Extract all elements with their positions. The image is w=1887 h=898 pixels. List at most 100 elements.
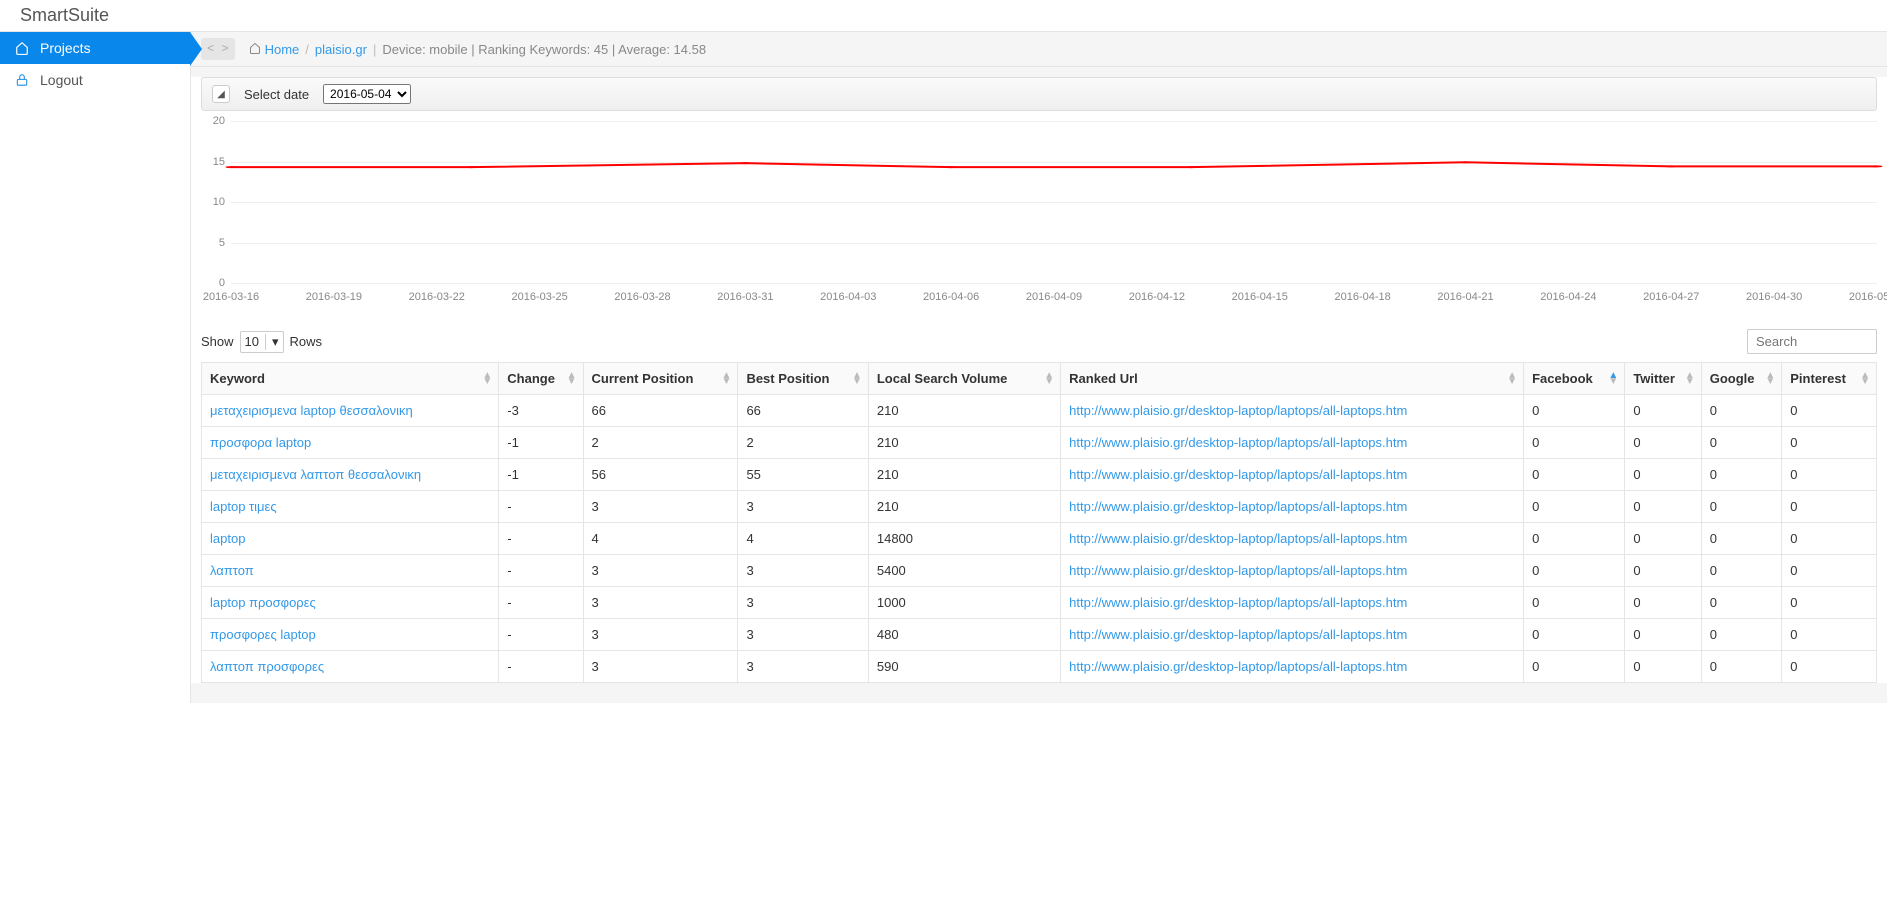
cell-facebook: 0 — [1524, 459, 1625, 491]
keyword-link[interactable]: laptop — [210, 531, 245, 546]
chart-point[interactable] — [466, 167, 476, 168]
chart-point[interactable] — [1186, 167, 1196, 168]
date-select[interactable]: 2016-05-04 — [323, 84, 411, 104]
y-tick: 10 — [213, 196, 225, 208]
cell-current: 4 — [583, 523, 738, 555]
cell-current: 3 — [583, 555, 738, 587]
chart-point[interactable] — [1666, 166, 1676, 167]
cell-volume: 210 — [868, 491, 1060, 523]
sort-icon: ▲▼ — [1860, 373, 1870, 385]
url-link[interactable]: http://www.plaisio.gr/desktop-laptop/lap… — [1069, 499, 1407, 514]
col-change[interactable]: Change▲▼ — [499, 363, 583, 395]
keyword-link[interactable]: λαπτοπ προσφορες — [210, 659, 324, 674]
col-url[interactable]: Ranked Url▲▼ — [1061, 363, 1524, 395]
search-input[interactable] — [1747, 329, 1877, 354]
chevron-down-icon: ▾ — [265, 334, 279, 350]
col-pinterest[interactable]: Pinterest▲▼ — [1782, 363, 1877, 395]
keyword-link[interactable]: laptop τιμες — [210, 499, 277, 514]
cell-volume: 5400 — [868, 555, 1060, 587]
sort-icon: ▲▼ — [1685, 373, 1695, 385]
col-keyword[interactable]: Keyword▲▼ — [202, 363, 499, 395]
url-link[interactable]: http://www.plaisio.gr/desktop-laptop/lap… — [1069, 563, 1407, 578]
cell-change: - — [499, 491, 583, 523]
keyword-link[interactable]: μεταχειρισμενα λαπτοπ θεσσαλονικη — [210, 467, 421, 482]
x-tick: 2016-04-15 — [1232, 291, 1288, 303]
url-link[interactable]: http://www.plaisio.gr/desktop-laptop/lap… — [1069, 659, 1407, 674]
history-nav[interactable]: < > — [201, 38, 235, 60]
cell-best: 3 — [738, 555, 868, 587]
url-link[interactable]: http://www.plaisio.gr/desktop-laptop/lap… — [1069, 595, 1407, 610]
keyword-link[interactable]: προσφορα laptop — [210, 435, 311, 450]
cell-twitter: 0 — [1625, 459, 1701, 491]
cell-twitter: 0 — [1625, 491, 1701, 523]
lock-icon — [14, 72, 30, 88]
sidebar-item-projects[interactable]: Projects — [0, 32, 190, 64]
cell-current: 2 — [583, 427, 738, 459]
y-tick: 15 — [213, 156, 225, 168]
cell-volume: 590 — [868, 651, 1060, 683]
rows-select[interactable]: 10 ▾ — [240, 331, 284, 353]
sort-icon: ▲▼ — [1507, 373, 1517, 385]
url-link[interactable]: http://www.plaisio.gr/desktop-laptop/lap… — [1069, 467, 1407, 482]
cell-pinterest: 0 — [1782, 491, 1877, 523]
cell-google: 0 — [1701, 619, 1782, 651]
col-facebook[interactable]: Facebook▲▼ — [1524, 363, 1625, 395]
table-row: laptop προσφορες-331000http://www.plaisi… — [202, 587, 1877, 619]
breadcrumb-project[interactable]: plaisio.gr — [315, 42, 367, 57]
cell-google: 0 — [1701, 427, 1782, 459]
col-best[interactable]: Best Position▲▼ — [738, 363, 868, 395]
keyword-link[interactable]: λαπτοπ — [210, 563, 254, 578]
col-volume[interactable]: Local Search Volume▲▼ — [868, 363, 1060, 395]
y-tick: 5 — [219, 237, 225, 249]
results-table: Keyword▲▼Change▲▼Current Position▲▼Best … — [201, 362, 1877, 683]
date-bar: ◢ Select date 2016-05-04 — [201, 77, 1877, 111]
cell-change: - — [499, 555, 583, 587]
cell-pinterest: 0 — [1782, 427, 1877, 459]
keyword-link[interactable]: προσφορες laptop — [210, 627, 316, 642]
cell-current: 3 — [583, 619, 738, 651]
col-current[interactable]: Current Position▲▼ — [583, 363, 738, 395]
cell-keyword: μεταχειρισμενα λαπτοπ θεσσαλονικη — [202, 459, 499, 491]
x-tick: 2016-04-30 — [1746, 291, 1802, 303]
table-row: laptop-4414800http://www.plaisio.gr/desk… — [202, 523, 1877, 555]
url-link[interactable]: http://www.plaisio.gr/desktop-laptop/lap… — [1069, 435, 1407, 450]
col-google[interactable]: Google▲▼ — [1701, 363, 1782, 395]
cell-volume: 1000 — [868, 587, 1060, 619]
url-link[interactable]: http://www.plaisio.gr/desktop-laptop/lap… — [1069, 627, 1407, 642]
cell-keyword: λαπτοπ προσφορες — [202, 651, 499, 683]
cell-best: 66 — [738, 395, 868, 427]
cell-keyword: laptop προσφορες — [202, 587, 499, 619]
col-twitter[interactable]: Twitter▲▼ — [1625, 363, 1701, 395]
cell-facebook: 0 — [1524, 587, 1625, 619]
x-tick: 2016-03-28 — [614, 291, 670, 303]
cell-volume: 210 — [868, 427, 1060, 459]
cell-facebook: 0 — [1524, 427, 1625, 459]
x-tick: 2016-03-19 — [306, 291, 362, 303]
chart-point[interactable] — [226, 167, 236, 168]
breadcrumb-home[interactable]: Home — [265, 42, 300, 57]
cell-change: - — [499, 523, 583, 555]
cell-current: 66 — [583, 395, 738, 427]
collapse-icon[interactable]: ◢ — [212, 85, 230, 103]
chart: 05101520 2016-03-162016-03-192016-03-222… — [191, 121, 1887, 321]
rows-label: Rows — [290, 334, 323, 349]
chart-point[interactable] — [740, 163, 750, 164]
cell-volume: 14800 — [868, 523, 1060, 555]
keyword-link[interactable]: μεταχειρισμενα laptop θεσσαλονικη — [210, 403, 413, 418]
cell-change: - — [499, 619, 583, 651]
chart-point[interactable] — [946, 167, 956, 168]
x-tick: 2016-03-16 — [203, 291, 259, 303]
url-link[interactable]: http://www.plaisio.gr/desktop-laptop/lap… — [1069, 531, 1407, 546]
keyword-link[interactable]: laptop προσφορες — [210, 595, 316, 610]
cell-pinterest: 0 — [1782, 587, 1877, 619]
url-link[interactable]: http://www.plaisio.gr/desktop-laptop/lap… — [1069, 403, 1407, 418]
cell-google: 0 — [1701, 459, 1782, 491]
sidebar-item-label: Projects — [40, 40, 91, 56]
sidebar-item-logout[interactable]: Logout — [0, 64, 190, 96]
cell-url: http://www.plaisio.gr/desktop-laptop/lap… — [1061, 587, 1524, 619]
table-row: προσφορες laptop-33480http://www.plaisio… — [202, 619, 1877, 651]
chart-point[interactable] — [1872, 166, 1882, 167]
cell-keyword: μεταχειρισμενα laptop θεσσαλονικη — [202, 395, 499, 427]
chart-point[interactable] — [1461, 162, 1471, 163]
sort-icon: ▲▼ — [1765, 373, 1775, 385]
